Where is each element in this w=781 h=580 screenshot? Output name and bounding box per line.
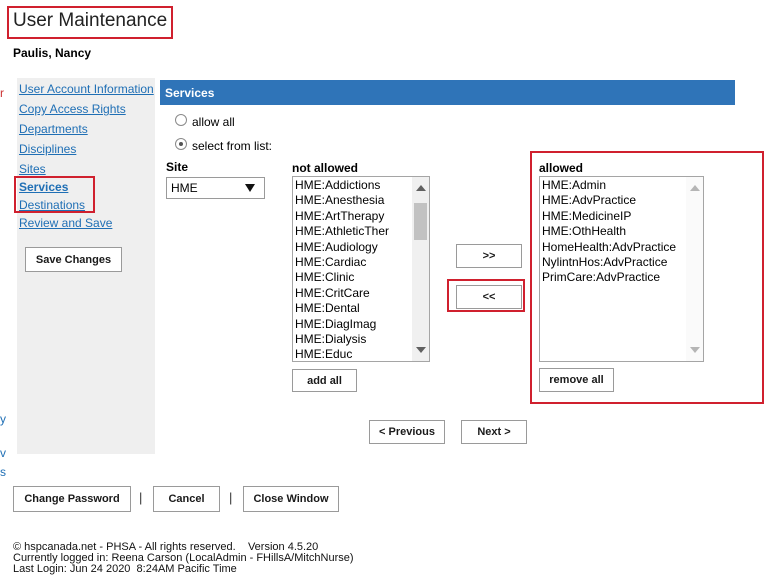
site-select[interactable]: HME — [166, 177, 265, 199]
not-allowed-label: not allowed — [292, 161, 358, 175]
scroll-up-icon[interactable] — [416, 185, 426, 191]
sidebar-item-copy-access-rights[interactable]: Copy Access Rights — [19, 102, 126, 116]
scroll-thumb[interactable] — [414, 203, 427, 240]
separator: | — [139, 490, 143, 505]
add-selected-button[interactable]: >> — [456, 244, 522, 268]
left-edge-glyph: s — [0, 465, 6, 479]
list-item[interactable]: HME:Educ — [293, 347, 429, 361]
left-edge-glyph: r — [0, 86, 4, 100]
add-all-button[interactable]: add all — [292, 369, 357, 392]
list-item[interactable]: HME:CritCare — [293, 286, 429, 301]
site-label: Site — [166, 160, 189, 174]
not-allowed-list[interactable]: HME:Addictions HME:Anesthesia HME:ArtThe… — [292, 176, 430, 362]
separator: | — [229, 490, 233, 505]
list-item[interactable]: HME:Dental — [293, 301, 429, 316]
sidebar-highlight — [14, 176, 95, 213]
list-item[interactable]: HME:Clinic — [293, 270, 429, 285]
allow-all-label: allow all — [192, 115, 235, 129]
sidebar-item-review-and-save[interactable]: Review and Save — [19, 216, 112, 230]
allow-all-radio[interactable] — [175, 114, 187, 126]
previous-button[interactable]: < Previous — [369, 420, 445, 444]
sidebar-item-sites[interactable]: Sites — [19, 162, 46, 176]
left-edge-glyph: v — [0, 446, 6, 460]
footer-last-login: Last Login: Jun 24 2020 8:24AM Pacific T… — [13, 563, 237, 575]
sidebar-item-departments[interactable]: Departments — [19, 122, 88, 136]
list-item[interactable]: HME:Cardiac — [293, 255, 429, 270]
scroll-down-icon[interactable] — [416, 347, 426, 353]
list-item[interactable]: HME:Dialysis — [293, 332, 429, 347]
next-button[interactable]: Next > — [461, 420, 527, 444]
list-item[interactable]: HME:ArtTherapy — [293, 209, 429, 224]
allowed-highlight — [530, 151, 764, 404]
services-header: Services — [160, 80, 735, 105]
save-changes-button[interactable]: Save Changes — [25, 247, 122, 272]
list-item[interactable]: HME:Audiology — [293, 240, 429, 255]
chevron-down-icon — [245, 184, 255, 192]
list-item[interactable]: HME:AthleticTher — [293, 224, 429, 239]
select-from-list-radio[interactable] — [175, 138, 187, 150]
sidebar-item-user-account-information[interactable]: User Account Information — [19, 82, 154, 96]
sidebar-item-disciplines[interactable]: Disciplines — [19, 142, 76, 156]
select-from-list-label: select from list: — [192, 139, 273, 153]
list-item[interactable]: HME:Anesthesia — [293, 193, 429, 208]
left-edge-glyph: y — [0, 412, 6, 426]
site-select-value: HME — [171, 181, 198, 195]
not-allowed-scrollbar[interactable] — [412, 177, 429, 361]
change-password-button[interactable]: Change Password — [13, 486, 131, 512]
remove-button-highlight — [447, 279, 525, 312]
list-item[interactable]: HME:DiagImag — [293, 317, 429, 332]
user-name: Paulis, Nancy — [13, 46, 92, 60]
close-window-button[interactable]: Close Window — [243, 486, 339, 512]
title-highlight — [7, 6, 173, 39]
list-item[interactable]: HME:Addictions — [293, 178, 429, 193]
cancel-button[interactable]: Cancel — [153, 486, 220, 512]
